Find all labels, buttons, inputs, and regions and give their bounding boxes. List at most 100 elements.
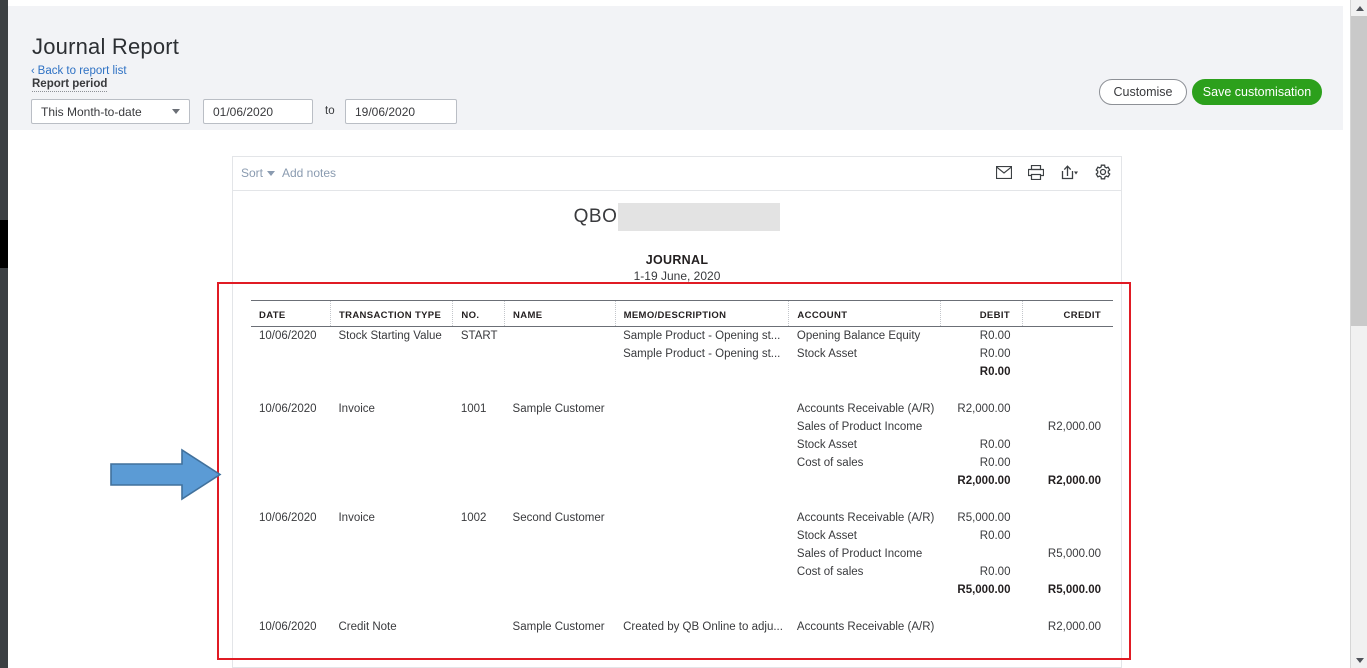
table-row[interactable]: Sample Product - Opening st... Stock Asse…: [251, 345, 1113, 363]
table-row[interactable]: 10/06/2020 Invoice 1001 Sample Customer Acco…: [251, 400, 1113, 418]
left-edge-rail: [0, 0, 8, 668]
cell-date: [251, 363, 330, 381]
cell-account: Accounts Receivable (A/R): [796, 512, 935, 524]
date-from-value: 01/06/2020: [213, 104, 274, 119]
cell-debit: R0.00: [979, 330, 1011, 342]
sort-label: Sort: [241, 166, 264, 180]
column-header-account[interactable]: ACCOUNT: [788, 300, 941, 327]
journal-table-body: 10/06/2020 Stock Starting Value START Sampl…: [251, 327, 1113, 637]
table-row[interactable]: Sales of Product Income R5,000.00: [251, 545, 1113, 563]
table-row[interactable]: Sales of Product Income R2,000.00: [251, 418, 1113, 436]
cell-no: [453, 472, 505, 490]
cell-transaction-type: Invoice: [338, 512, 375, 524]
cell-debit: R0.00: [979, 566, 1011, 578]
cell-no: [453, 436, 505, 454]
table-row[interactable]: Stock Asset R0.00: [251, 527, 1113, 545]
vertical-scrollbar[interactable]: [1350, 0, 1367, 668]
cell-name: [505, 545, 616, 563]
cell-account: Stock Asset: [796, 530, 858, 542]
scrollbar-thumb[interactable]: [1351, 16, 1367, 326]
back-to-report-list-link[interactable]: ‹ Back to report list: [31, 65, 127, 77]
sort-button[interactable]: Sort: [241, 166, 276, 180]
settings-icon[interactable]: [1095, 164, 1111, 180]
cell-credit: R2,000.00: [1047, 621, 1101, 633]
company-name-redaction: [618, 203, 781, 231]
scroll-down-arrow-icon[interactable]: [1351, 652, 1367, 668]
table-row[interactable]: 10/06/2020 Invoice 1002 Second Customer Acco…: [251, 509, 1113, 527]
table-group-spacer: [251, 490, 1113, 509]
print-icon[interactable]: [1028, 164, 1044, 180]
date-to-input[interactable]: 19/06/2020: [345, 99, 457, 124]
cell-name: [505, 363, 616, 381]
cell-credit: [1022, 454, 1113, 472]
cell-debit: R5,000.00: [957, 512, 1011, 524]
table-header-row: DATE TRANSACTION TYPE NO. NAME MEMO/DESC…: [251, 300, 1113, 327]
cell-account: Sales of Product Income: [796, 548, 923, 560]
back-link-label: Back to report list: [37, 65, 127, 77]
column-header-transaction-type[interactable]: TRANSACTION TYPE: [329, 300, 453, 327]
page-title: Journal Report: [32, 34, 180, 59]
cell-total-debit: R2,000.00: [957, 475, 1011, 487]
cell-memo: [615, 472, 789, 490]
column-header-memo[interactable]: MEMO/DESCRIPTION: [614, 300, 789, 327]
cell-credit: [1022, 509, 1113, 527]
cell-no: [453, 345, 505, 363]
scroll-up-arrow-icon[interactable]: [1351, 0, 1367, 16]
customise-button[interactable]: Customise: [1099, 79, 1187, 105]
cell-no: [453, 581, 505, 599]
export-icon[interactable]: [1060, 164, 1079, 180]
column-header-debit[interactable]: DEBIT: [939, 300, 1023, 327]
cell-transaction-type: [330, 472, 452, 490]
cell-date: [251, 436, 330, 454]
cell-name: [505, 563, 616, 581]
column-header-no[interactable]: NO.: [452, 300, 505, 327]
cell-memo: Sample Product - Opening st...: [623, 330, 781, 342]
table-row[interactable]: 10/06/2020 Stock Starting Value START Sampl…: [251, 327, 1113, 346]
cell-credit: [1022, 436, 1113, 454]
cell-credit: [1022, 345, 1113, 363]
cell-credit: [1022, 327, 1113, 346]
add-notes-button[interactable]: Add notes: [282, 166, 336, 180]
table-row[interactable]: Stock Asset R0.00: [251, 436, 1113, 454]
cell-transaction-type: [330, 527, 452, 545]
column-header-date[interactable]: DATE: [251, 300, 331, 327]
cell-memo: [615, 454, 789, 472]
cell-name: Sample Customer: [512, 621, 605, 633]
table-total-row: R5,000.00 R5,000.00: [251, 581, 1113, 599]
report-date-range: 1-19 June, 2020: [633, 269, 721, 283]
cell-debit: [940, 618, 1022, 636]
cell-credit: R5,000.00: [1047, 548, 1101, 560]
cell-credit: [1022, 527, 1113, 545]
cell-total-credit: R5,000.00: [1047, 584, 1101, 596]
cell-memo: [615, 509, 789, 527]
chevron-left-icon: ‹: [31, 65, 35, 77]
cell-debit: [940, 418, 1022, 436]
cell-memo: [615, 563, 789, 581]
cell-total-credit: R2,000.00: [1047, 475, 1101, 487]
email-icon[interactable]: [996, 165, 1012, 179]
cell-transaction-type: [330, 436, 452, 454]
table-row[interactable]: Cost of sales R0.00: [251, 454, 1113, 472]
date-from-input[interactable]: 01/06/2020: [203, 99, 313, 124]
column-header-name[interactable]: NAME: [504, 300, 616, 327]
cell-date: [251, 472, 330, 490]
report-period-select-value: This Month-to-date: [41, 104, 142, 119]
report-company-header: QBO: [233, 203, 1121, 231]
table-row[interactable]: Cost of sales R0.00: [251, 563, 1113, 581]
cell-transaction-type: [330, 418, 452, 436]
cell-total-credit: [1022, 363, 1113, 381]
save-customisation-button[interactable]: Save customisation: [1192, 79, 1322, 105]
table-total-row: R0.00: [251, 363, 1113, 381]
report-period-select[interactable]: This Month-to-date: [31, 99, 190, 124]
cell-memo: Created by QB Online to adju...: [623, 621, 783, 633]
cell-account: [789, 363, 940, 381]
cell-debit: R0.00: [979, 530, 1011, 542]
table-row[interactable]: 10/06/2020 Credit Note Sample Customer Crea…: [251, 618, 1113, 636]
report-card: Sort Add notes QBO JOURNAL 1-19 June, 20…: [232, 156, 1122, 668]
cell-total-debit: R5,000.00: [957, 584, 1011, 596]
chevron-down-icon: [172, 109, 180, 114]
cell-account: [789, 472, 940, 490]
cell-account: Stock Asset: [796, 348, 858, 360]
report-action-icons: [996, 164, 1111, 180]
column-header-credit[interactable]: CREDIT: [1021, 300, 1113, 327]
